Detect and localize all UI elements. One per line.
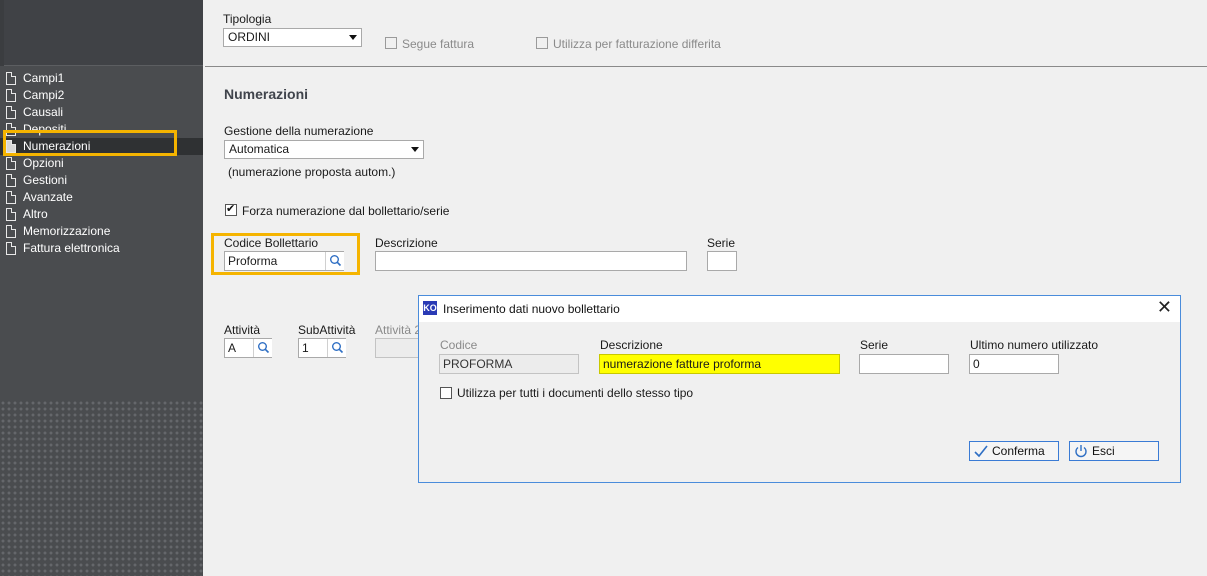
search-icon: [330, 255, 342, 267]
utilizza-tutti-checkbox[interactable]: [440, 387, 452, 399]
sidebar-item-altro[interactable]: Altro: [0, 206, 203, 223]
document-icon: [6, 174, 16, 187]
sidebar-item-label: Gestioni: [23, 173, 68, 187]
attivita-label: Attività: [224, 323, 261, 337]
sidebar: Campi1 Campi2 Causali Depositi Numerazio…: [0, 0, 203, 576]
document-icon: [6, 157, 16, 170]
sidebar-item-label: Opzioni: [23, 156, 64, 170]
sidebar-item-depositi[interactable]: Depositi: [0, 121, 203, 138]
sidebar-item-label: Avanzate: [23, 190, 73, 204]
conferma-button[interactable]: Conferma: [969, 441, 1059, 461]
differita-checkbox[interactable]: [536, 37, 548, 49]
chevron-down-icon[interactable]: [346, 29, 361, 46]
nuovo-bollettario-dialog: KO Inserimento dati nuovo bollettario ✕ …: [418, 295, 1181, 483]
codice-bollettario-value: Proforma: [228, 254, 278, 268]
forza-numerazione-checkbox[interactable]: [225, 202, 237, 216]
document-icon: [6, 225, 16, 238]
attivita-value: A: [228, 341, 237, 355]
sidebar-item-label: Numerazioni: [23, 139, 91, 153]
sidebar-item-label: Campi1: [23, 71, 65, 85]
chevron-down-icon[interactable]: [408, 141, 423, 158]
descrizione-label: Descrizione: [375, 236, 438, 250]
tipologia-value: ORDINI: [228, 30, 270, 44]
dialog-descrizione-label: Descrizione: [600, 338, 663, 352]
utilizza-tutti-label: Utilizza per tutti i documenti dello ste…: [457, 386, 694, 400]
serie-label: Serie: [707, 236, 736, 250]
subattivita-lookup-button[interactable]: [327, 339, 346, 357]
attivita-lookup-button[interactable]: [253, 339, 272, 357]
checkmark-icon: [974, 444, 988, 463]
attivita2-label: Attività 2: [375, 323, 422, 337]
dialog-descrizione-value: numerazione fatture proforma: [603, 357, 762, 371]
app-logo-icon: KO: [423, 301, 437, 315]
document-icon: [6, 242, 16, 255]
dialog-descrizione-input[interactable]: numerazione fatture proforma: [599, 354, 840, 374]
dialog-ultimo-value: 0: [973, 357, 980, 371]
segue-fattura-label: Segue fattura: [402, 37, 475, 51]
document-icon: [6, 72, 16, 85]
sidebar-dot-pattern: [0, 400, 203, 576]
gestione-select[interactable]: Automatica: [224, 140, 424, 159]
header-divider: [205, 66, 1207, 67]
document-icon: [6, 123, 16, 136]
sidebar-item-opzioni[interactable]: Opzioni: [0, 155, 203, 172]
document-icon: [6, 89, 16, 102]
gestione-value: Automatica: [229, 142, 290, 156]
sidebar-item-fattura-elettronica[interactable]: Fattura elettronica: [0, 240, 203, 257]
search-icon: [332, 342, 344, 354]
sidebar-item-label: Causali: [23, 105, 64, 119]
forza-numerazione-label: Forza numerazione dal bollettario/serie: [242, 204, 450, 218]
serie-input[interactable]: [707, 251, 737, 271]
esci-button[interactable]: Esci: [1069, 441, 1159, 461]
sidebar-item-label: Memorizzazione: [23, 224, 111, 238]
tipologia-select[interactable]: ORDINI: [223, 28, 362, 47]
segue-fattura-checkbox[interactable]: [385, 37, 397, 49]
sidebar-item-gestioni[interactable]: Gestioni: [0, 172, 203, 189]
subattivita-label: SubAttività: [298, 323, 356, 337]
power-icon: [1074, 444, 1088, 463]
sidebar-item-campi1[interactable]: Campi1: [0, 70, 203, 87]
sidebar-item-avanzate[interactable]: Avanzate: [0, 189, 203, 206]
sidebar-nav: Campi1 Campi2 Causali Depositi Numerazio…: [0, 70, 203, 257]
sidebar-item-label: Campi2: [23, 88, 65, 102]
dialog-title: Inserimento dati nuovo bollettario: [443, 302, 620, 316]
dialog-serie-input[interactable]: [859, 354, 949, 374]
section-title: Numerazioni: [224, 86, 309, 102]
codice-bollettario-label: Codice Bollettario: [224, 236, 319, 250]
conferma-label: Conferma: [992, 444, 1045, 458]
sidebar-item-memorizzazione[interactable]: Memorizzazione: [0, 223, 203, 240]
descrizione-input[interactable]: [375, 251, 687, 271]
sidebar-item-label: Fattura elettronica: [23, 241, 120, 255]
dialog-codice-label: Codice: [440, 338, 478, 352]
close-icon[interactable]: ✕: [1157, 298, 1172, 318]
codice-lookup-button[interactable]: [325, 252, 344, 270]
document-icon: [6, 140, 16, 153]
sidebar-header-band: [0, 0, 203, 66]
dialog-codice-input: PROFORMA: [439, 354, 579, 374]
sidebar-item-campi2[interactable]: Campi2: [0, 87, 203, 104]
document-icon: [6, 191, 16, 204]
gestione-note: (numerazione proposta autom.): [228, 165, 396, 179]
esci-label: Esci: [1092, 444, 1115, 458]
sidebar-item-label: Altro: [23, 207, 48, 221]
sidebar-item-causali[interactable]: Causali: [0, 104, 203, 121]
sidebar-accent: [0, 0, 4, 66]
dialog-ultimo-input[interactable]: 0: [969, 354, 1059, 374]
document-icon: [6, 106, 16, 119]
attivita2-input: [375, 338, 423, 358]
subattivita-value: 1: [302, 341, 309, 355]
tipologia-label: Tipologia: [223, 12, 272, 26]
document-icon: [6, 208, 16, 221]
gestione-label: Gestione della numerazione: [224, 124, 374, 138]
dialog-titlebar[interactable]: KO Inserimento dati nuovo bollettario ✕: [419, 296, 1180, 322]
sidebar-item-numerazioni[interactable]: Numerazioni: [0, 138, 203, 155]
differita-label: Utilizza per fatturazione differita: [553, 37, 721, 51]
dialog-serie-label: Serie: [860, 338, 889, 352]
dialog-codice-value: PROFORMA: [443, 357, 513, 371]
dialog-ultimo-label: Ultimo numero utilizzato: [970, 338, 1099, 352]
sidebar-item-label: Depositi: [23, 122, 67, 136]
search-icon: [258, 342, 270, 354]
